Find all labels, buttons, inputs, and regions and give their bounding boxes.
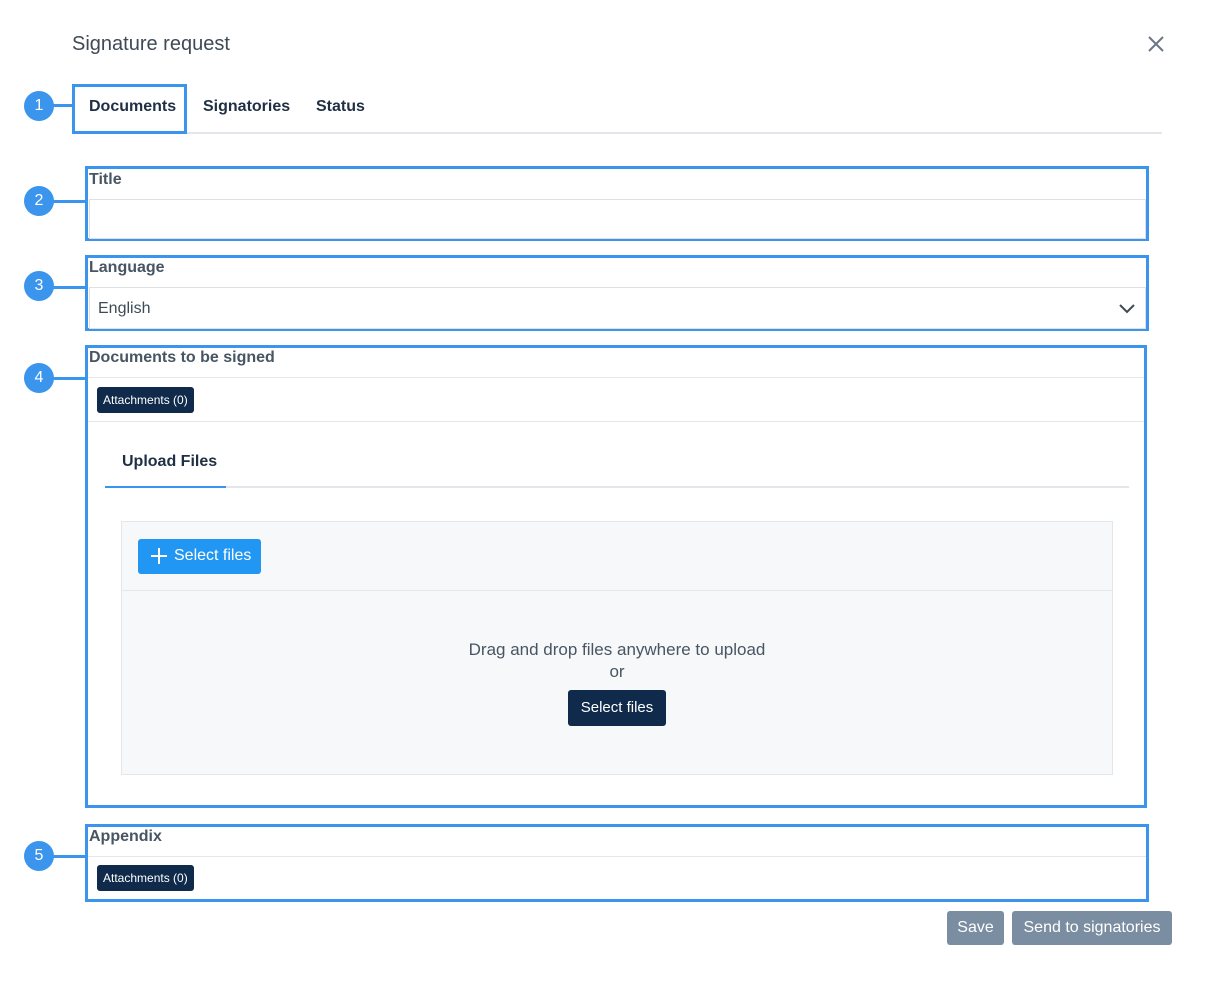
upload-tab-indicator	[105, 486, 226, 488]
appendix-label: Appendix	[89, 828, 162, 845]
drop-instructions: Drag and drop files anywhere to upload	[468, 640, 766, 659]
close-icon[interactable]	[1145, 33, 1167, 55]
select-files-label: Select files	[174, 547, 252, 564]
select-files-button[interactable]: Select files	[138, 539, 261, 574]
tab-signatories[interactable]: Signatories	[203, 98, 290, 116]
dropzone-divider	[121, 590, 1113, 591]
plus-icon	[151, 548, 167, 564]
callout-5: 5	[24, 841, 54, 871]
select-files-button-secondary[interactable]: Select files	[568, 690, 666, 726]
tabs-divider	[72, 132, 1162, 134]
documents-attachments-badge[interactable]: Attachments (0)	[97, 387, 194, 413]
save-button[interactable]: Save	[947, 911, 1004, 945]
upload-tabs-divider	[105, 486, 1129, 488]
title-label: Title	[89, 171, 122, 188]
callout-3-connector	[52, 286, 86, 289]
callout-2-connector	[52, 200, 86, 203]
language-label: Language	[89, 259, 165, 276]
documents-label: Documents to be signed	[89, 349, 275, 366]
callout-1-connector	[52, 104, 72, 107]
tab-upload-files[interactable]: Upload Files	[122, 453, 217, 471]
documents-divider-bottom	[88, 421, 1144, 422]
language-select[interactable]: English	[89, 287, 1146, 329]
callout-2: 2	[24, 186, 54, 216]
callout-1: 1	[24, 91, 54, 121]
documents-divider-top	[88, 377, 1144, 378]
appendix-divider	[88, 856, 1146, 857]
appendix-attachments-badge[interactable]: Attachments (0)	[97, 865, 194, 891]
callout-4-connector	[52, 377, 86, 380]
drop-or-text: or	[609, 662, 625, 681]
language-value: English	[98, 300, 151, 317]
title-input[interactable]	[89, 199, 1146, 239]
appendix-section	[85, 824, 1149, 902]
callout-3: 3	[24, 271, 54, 301]
tab-documents[interactable]: Documents	[89, 98, 176, 116]
chevron-down-icon	[1119, 304, 1135, 314]
dialog-title: Signature request	[72, 33, 230, 55]
tab-status[interactable]: Status	[316, 98, 365, 116]
callout-4: 4	[24, 363, 54, 393]
callout-5-connector	[52, 855, 86, 858]
send-to-signatories-button[interactable]: Send to signatories	[1012, 911, 1172, 945]
